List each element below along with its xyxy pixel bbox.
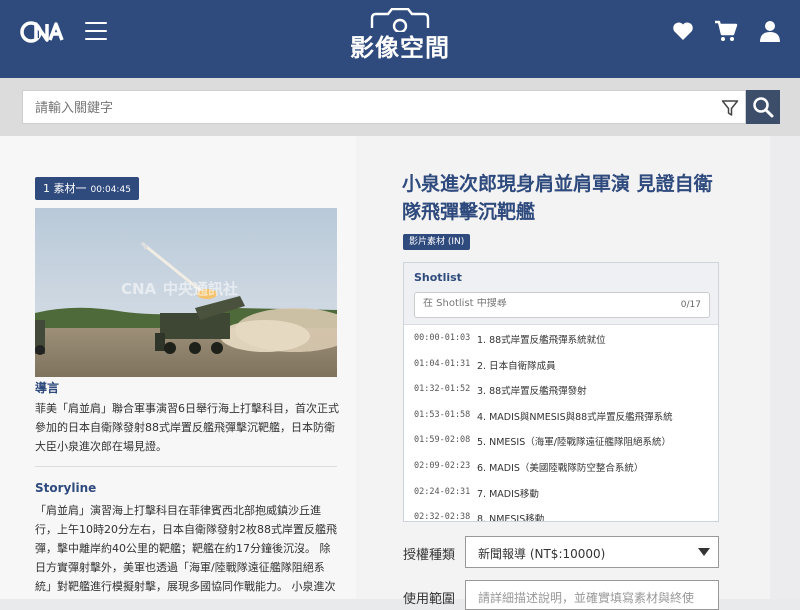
cart-icon[interactable] <box>714 19 738 43</box>
timecode: 01:04-01:31 <box>414 358 471 369</box>
license-type-label: 授權種類 <box>403 548 456 563</box>
shotlist-row[interactable]: 02:09-02:23 6. MADIS（美國陸戰隊防空整合系統） <box>404 454 718 480</box>
heart-icon[interactable] <box>671 19 695 43</box>
video-thumbnail[interactable]: CNA 中央通訊社 <box>35 208 337 377</box>
shot-description: 2. 日本自衛隊成員 <box>477 360 556 372</box>
shot-description: 7. MADIS移動 <box>477 488 539 500</box>
storyline-text: 「肩並肩」演習海上打擊科目在菲律賓西北部抱威鎮沙丘進行，上午10時20分左右，日… <box>35 504 337 593</box>
timecode: 02:09-02:23 <box>414 460 471 471</box>
shotlist-row[interactable]: 01:53-01:58 4. MADIS與NMESIS與88式岸置反艦飛彈系統 <box>404 403 718 429</box>
search-icon <box>753 97 774 118</box>
timecode: 01:53-01:58 <box>414 409 471 420</box>
search-button[interactable] <box>746 90 780 124</box>
license-type-value: 新聞報導 (NT$:10000) <box>478 547 606 561</box>
top-navigation-bar: 影像空間 <box>0 0 800 78</box>
usage-scope-placeholder: 請詳細描述說明，並確實填寫素材與終使 <box>478 591 695 605</box>
clip-badge-label: 1 素材一 <box>43 182 87 195</box>
usage-scope-field[interactable]: 請詳細描述說明，並確實填寫素材與終使 <box>465 580 719 610</box>
search-bar-row <box>0 78 800 136</box>
shotlist-match-count: 0/17 <box>680 300 701 310</box>
shotlist-row[interactable]: 01:32-01:52 3. 88式岸置反艦飛彈發射 <box>404 377 718 403</box>
timecode: 00:00-01:03 <box>414 333 471 343</box>
usage-scope-label: 使用範圍 <box>403 592 456 607</box>
cna-logo[interactable] <box>20 20 64 44</box>
shot-description: 6. MADIS（美國陸戰隊防空整合系統） <box>477 462 644 474</box>
watermark-text: 中央通訊社 <box>163 280 238 298</box>
summary-heading: 導言 <box>35 381 60 395</box>
shotlist-search-input[interactable] <box>423 298 673 309</box>
shotlist-row[interactable]: 02:32-02:38 8. NMESIS移動 <box>404 505 718 522</box>
clip-badge[interactable]: 1 素材一 00:04:45 <box>35 177 139 200</box>
shotlist-row[interactable]: 00:00-01:03 1. 88式岸置反艦飛彈系統就位 <box>404 326 718 352</box>
media-type-badge: 影片素材 (IN) <box>403 234 471 250</box>
svg-text:CNA: CNA <box>121 280 157 298</box>
timecode: 01:59-02:08 <box>414 435 471 446</box>
summary-text: 菲美「肩並肩」聯合軍事演習6日舉行海上打擊科目，首次正式參加的日本自衛隊發射88… <box>35 402 339 453</box>
shot-description: 5. NMESIS（海軍/陸戰隊遠征艦隊阻絕系統） <box>477 437 671 449</box>
story-title: 小泉進次郎現身肩並肩軍演 見證自衛隊飛彈擊沉靶艦 <box>402 173 713 223</box>
chevron-down-icon <box>698 548 710 556</box>
section-divider <box>35 466 337 467</box>
shot-description: 1. 88式岸置反艦飛彈系統就位 <box>477 335 606 346</box>
search-input[interactable] <box>35 97 715 119</box>
search-box <box>22 90 746 124</box>
shotlist-panel: Shotlist 0/17 00:00-01:03 1. 88式岸置反艦飛彈系統就… <box>403 262 719 522</box>
shot-description: 3. 88式岸置反艦飛彈發射 <box>477 386 587 398</box>
shotlist-row[interactable]: 02:24-02:31 7. MADIS移動 <box>404 480 718 506</box>
clip-duration: 00:04:45 <box>90 185 131 195</box>
license-type-select[interactable]: 新聞報導 (NT$:10000) <box>465 536 719 568</box>
filter-icon[interactable] <box>721 99 739 117</box>
timecode: 02:32-02:38 <box>414 512 471 522</box>
shot-description: 4. MADIS與NMESIS與88式岸置反艦飛彈系統 <box>477 411 673 423</box>
right-gutter <box>770 136 800 599</box>
shotlist-row[interactable]: 01:59-02:08 5. NMESIS（海軍/陸戰隊遠征艦隊阻絕系統） <box>404 428 718 454</box>
menu-icon[interactable] <box>85 22 107 40</box>
shotlist-header: Shotlist 0/17 <box>404 263 718 325</box>
shotlist-search-box: 0/17 <box>414 292 710 318</box>
shotlist-rows[interactable]: 00:00-01:03 1. 88式岸置反艦飛彈系統就位 01:04-01:31 2… <box>404 326 718 522</box>
timecode: 01:32-01:52 <box>414 384 471 395</box>
storyline-heading: Storyline <box>35 481 97 495</box>
timecode: 02:24-02:31 <box>414 486 471 497</box>
shotlist-label: Shotlist <box>414 271 462 284</box>
brand-logo[interactable]: 影像空間 <box>350 8 450 62</box>
shot-description: 8. NMESIS移動 <box>477 514 545 522</box>
shotlist-row[interactable]: 01:04-01:31 2. 日本自衛隊成員 <box>404 352 718 378</box>
user-icon[interactable] <box>758 19 782 43</box>
brand-title: 影像空間 <box>350 33 450 62</box>
